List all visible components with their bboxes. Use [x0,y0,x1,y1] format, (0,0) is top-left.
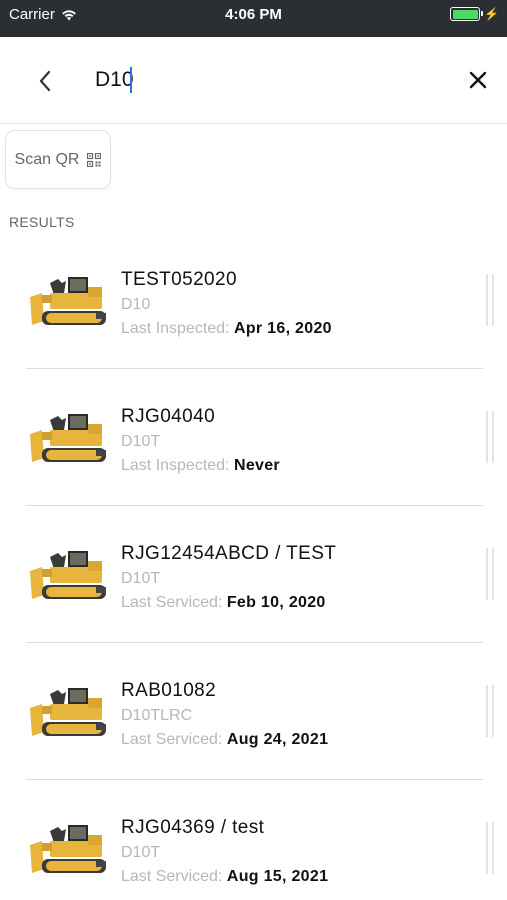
status-time: 4:06 PM [225,6,282,23]
asset-status: Last Inspected: Never [121,457,280,475]
asset-status: Last Serviced: Feb 10, 2020 [121,594,326,612]
asset-model: D10T [121,570,161,587]
drag-handle[interactable] [486,548,494,600]
status-label: Last Serviced: [121,868,223,885]
battery-icon [450,7,484,21]
status-value: Apr 16, 2020 [233,320,332,337]
drag-handle[interactable] [486,274,494,326]
status-value: Never [233,457,280,474]
back-button[interactable] [30,65,60,97]
drag-handle[interactable] [486,411,494,463]
asset-name: RAB01082 [121,680,217,701]
status-label: Last Serviced: [121,594,223,611]
result-item[interactable]: RJG12454ABCD / TEST D10T Last Serviced: … [0,506,507,643]
status-bar: Carrier 4:06 PM ⚡ [0,0,507,37]
bulldozer-icon [30,825,106,873]
clear-search-button[interactable] [464,65,492,95]
asset-name: RJG12454ABCD / TEST [121,543,337,564]
search-header [0,37,507,124]
scan-qr-button[interactable]: Scan QR [5,130,111,189]
result-item[interactable]: RJG04369 / test D10T Last Serviced: Aug … [0,780,507,900]
asset-name: RJG04369 / test [121,817,265,838]
bulldozer-icon [30,277,106,325]
results-heading: RESULTS [9,214,75,230]
bulldozer-icon [30,551,106,599]
asset-model: D10TLRC [121,707,193,724]
drag-handle[interactable] [486,822,494,874]
text-cursor [130,67,132,93]
asset-name: TEST052020 [121,269,237,290]
asset-name: RJG04040 [121,406,216,427]
drag-handle[interactable] [486,685,494,737]
result-item[interactable]: RAB01082 D10TLRC Last Serviced: Aug 24, … [0,643,507,780]
asset-status: Last Serviced: Aug 24, 2021 [121,731,328,749]
status-value: Aug 15, 2021 [226,868,329,885]
status-label: Last Inspected: [121,457,230,474]
bulldozer-icon [30,688,106,736]
chevron-left-icon [39,70,51,92]
asset-model: D10 [121,296,151,313]
asset-status: Last Inspected: Apr 16, 2020 [121,320,332,338]
close-icon [469,71,487,89]
charging-bolt-icon: ⚡ [484,7,499,21]
asset-model: D10T [121,433,161,450]
status-label: Last Serviced: [121,731,223,748]
qr-code-icon [87,152,102,167]
asset-model: D10T [121,844,161,861]
status-label: Last Inspected: [121,320,230,337]
asset-status: Last Serviced: Aug 15, 2021 [121,868,328,886]
status-value: Feb 10, 2020 [226,594,326,611]
search-input[interactable] [95,63,435,97]
battery-level [452,9,478,19]
result-item[interactable]: TEST052020 D10 Last Inspected: Apr 16, 2… [0,232,507,369]
status-value: Aug 24, 2021 [226,731,329,748]
battery-indicator: ⚡ [450,7,499,21]
results-list: TEST052020 D10 Last Inspected: Apr 16, 2… [0,232,507,900]
result-item[interactable]: RJG04040 D10T Last Inspected: Never [0,369,507,506]
bulldozer-icon [30,414,106,462]
scan-qr-label: Scan QR [14,150,80,168]
